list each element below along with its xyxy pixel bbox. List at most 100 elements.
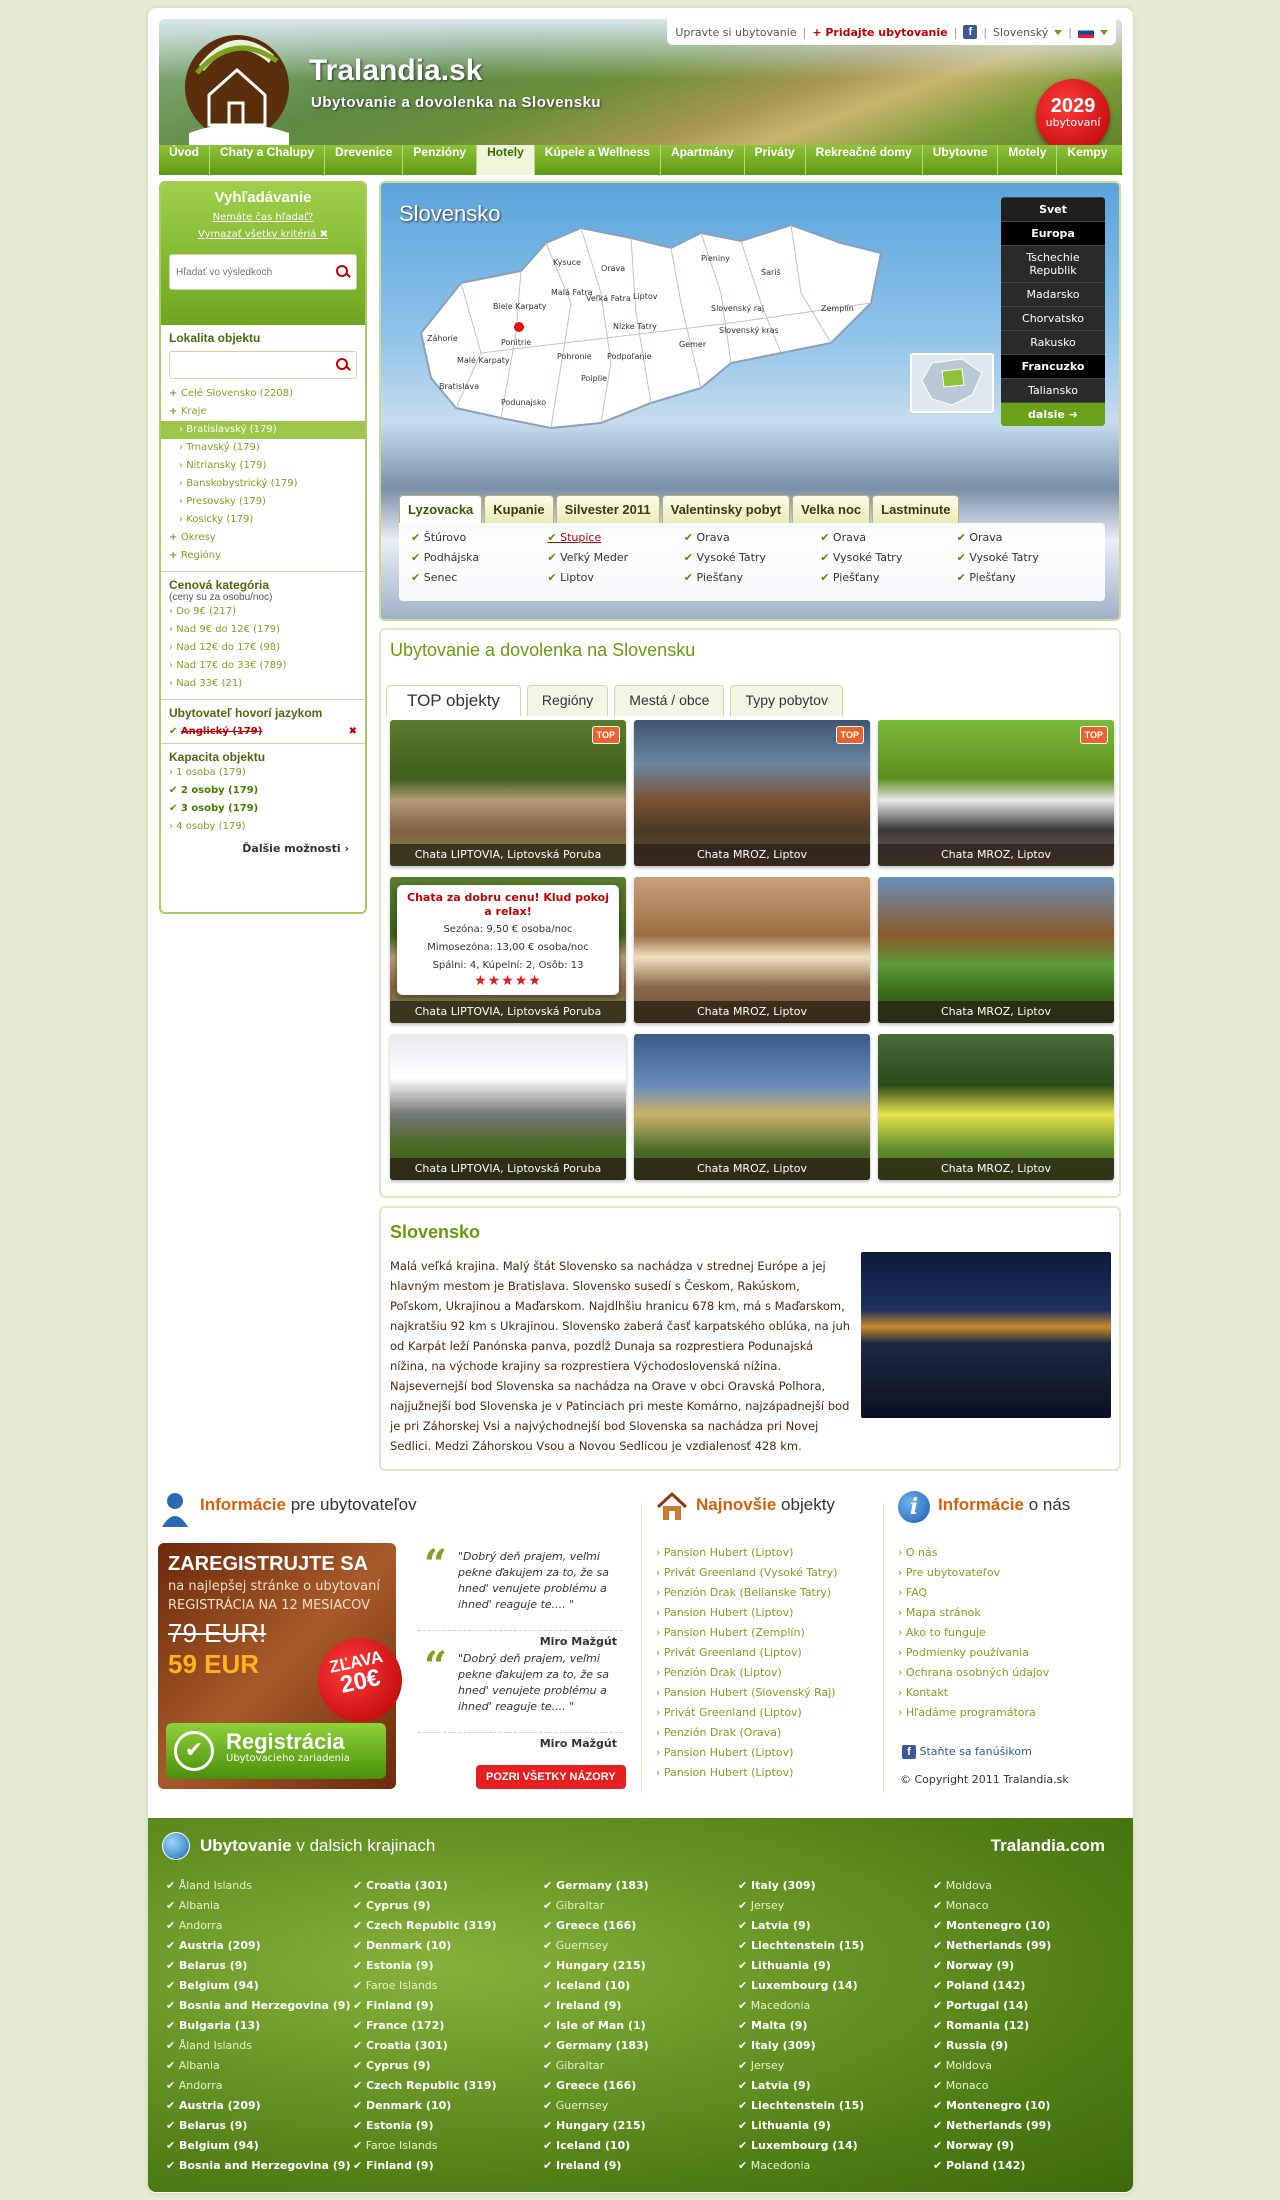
about-link[interactable]: Podmienky používania (898, 1643, 1049, 1663)
newest-item[interactable]: Penzión Drak (Belianske Tatry) (656, 1583, 838, 1603)
country-link[interactable]: Isle of Man (1) (543, 2016, 649, 2036)
country-link[interactable]: Jersey (738, 2056, 864, 2076)
country-link[interactable]: Faroe Islands (353, 1976, 497, 1996)
country-link[interactable]: Lithuania (9) (738, 1956, 864, 1976)
country-link[interactable]: Bosnia and Herzegovina (9) (166, 1996, 350, 2016)
locality-item[interactable]: + Regióny (169, 547, 357, 565)
destination-link[interactable]: Liptov (547, 571, 683, 591)
newest-item[interactable]: Privát Greenland (Liptov) (656, 1703, 838, 1723)
price-item[interactable]: › Nad 17€ do 33€ (789) (169, 657, 357, 675)
more-countries-button[interactable]: dalsie ➜ (1001, 402, 1105, 426)
destination-link[interactable]: Orava (957, 531, 1093, 551)
price-item[interactable]: › Do 9€ (217) (169, 603, 357, 621)
country-item[interactable]: Chorvatsko (1001, 306, 1105, 330)
country-item[interactable]: Tschechie Republik (1001, 245, 1105, 282)
country-link[interactable]: Åland Islands (166, 2036, 350, 2056)
destination-link[interactable]: Senec (411, 571, 547, 591)
newest-item[interactable]: Pansion Hubert (Liptov) (656, 1763, 838, 1783)
country-link[interactable]: Belgium (94) (166, 1976, 350, 1996)
tab-mesta[interactable]: Mestá / obce (614, 685, 725, 716)
country-item[interactable]: Rakusko (1001, 330, 1105, 354)
country-link[interactable]: Croatia (301) (353, 2036, 497, 2056)
tab-silvester[interactable]: Silvester 2011 (555, 495, 660, 523)
country-link[interactable]: Austria (209) (166, 2096, 350, 2116)
locality-item-selected[interactable]: › Bratislavský (179) (161, 421, 365, 439)
listing-tile[interactable]: Chata za dobru cenu! Klud pokoj a relax!… (390, 877, 626, 1023)
newest-item[interactable]: Pansion Hubert (Liptov) (656, 1743, 838, 1763)
country-link[interactable]: Iceland (10) (543, 1976, 649, 1996)
nav-drevenice[interactable]: Drevenice (325, 145, 404, 175)
tab-typy-pobytov[interactable]: Typy pobytov (730, 685, 843, 716)
chevron-down-icon[interactable] (1054, 29, 1063, 35)
country-link[interactable]: Netherlands (99) (933, 1936, 1051, 1956)
country-link[interactable]: Montenegro (10) (933, 1916, 1051, 1936)
country-item[interactable]: Madarsko (1001, 282, 1105, 306)
country-link[interactable]: Moldova (933, 1876, 1051, 1896)
facebook-icon[interactable]: f (963, 25, 978, 39)
destination-link[interactable]: Orava (684, 531, 820, 551)
tab-valentinsky[interactable]: Valentinsky pobyt (661, 495, 791, 523)
country-link[interactable]: Albania (166, 2056, 350, 2076)
nav-ubytovne[interactable]: Ubytovne (923, 145, 999, 175)
newest-item[interactable]: Penzión Drak (Liptov) (656, 1663, 838, 1683)
country-link[interactable]: Hungary (215) (543, 2116, 649, 2136)
country-link[interactable]: Liechtenstein (15) (738, 2096, 864, 2116)
tab-top-objekty[interactable]: TOP objekty (386, 685, 521, 716)
locality-item[interactable]: › Kosicky (179) (169, 511, 357, 529)
newest-item[interactable]: Pansion Hubert (Liptov) (656, 1543, 838, 1563)
newest-item[interactable]: Penzión Drak (Orava) (656, 1723, 838, 1743)
language-selected[interactable]: ✔ Anglický (179) ✖ (169, 726, 357, 737)
about-link[interactable]: Ochrana osobných údajov (898, 1663, 1049, 1683)
listing-tile[interactable]: Chata LIPTOVIA, Liptovská Poruba (390, 1034, 626, 1180)
tab-kupanie[interactable]: Kupanie (484, 495, 554, 523)
nav-uvod[interactable]: Úvod (159, 145, 210, 175)
price-item[interactable]: › Nad 33€ (21) (169, 675, 357, 693)
slovak-flag-icon[interactable] (1078, 26, 1094, 38)
nav-kempy[interactable]: Kempy (1057, 145, 1117, 175)
capacity-item[interactable]: › 1 osoba (179) (169, 764, 357, 782)
country-link[interactable]: Macedonia (738, 2156, 864, 2176)
country-link[interactable]: Germany (183) (543, 2036, 649, 2056)
capacity-item-checked[interactable]: ✔ 2 osoby (179) (169, 782, 357, 800)
country-link[interactable]: Belgium (94) (166, 2136, 350, 2156)
listing-tile[interactable]: TOP Chata MROZ, Liptov (878, 720, 1114, 866)
tab-lyzovacka[interactable]: Lyzovacka (399, 495, 483, 523)
country-link[interactable]: Bulgaria (13) (166, 2016, 350, 2036)
listing-tile[interactable]: TOP Chata LIPTOVIA, Liptovská Poruba (390, 720, 626, 866)
country-link[interactable]: Estonia (9) (353, 2116, 497, 2136)
country-link[interactable]: Finland (9) (353, 2156, 497, 2176)
house-logo-icon[interactable] (179, 25, 294, 145)
newest-item[interactable]: Privát Greenland (Vysoké Tatry) (656, 1563, 838, 1583)
country-link[interactable]: Monaco (933, 2076, 1051, 2096)
country-link[interactable]: Belarus (9) (166, 2116, 350, 2136)
destination-link[interactable]: Piešťany (957, 571, 1093, 591)
capacity-item-checked[interactable]: ✔ 3 osoby (179) (169, 800, 357, 818)
country-link[interactable]: Denmark (10) (353, 1936, 497, 1956)
destination-link[interactable]: Podhájska (411, 551, 547, 571)
country-link[interactable]: Gibraltar (543, 2056, 649, 2076)
tralandia-com-logo[interactable]: Tralandia.com (991, 1836, 1105, 1856)
country-link[interactable]: Guernsey (543, 2096, 649, 2116)
about-link[interactable]: Kontakt (898, 1683, 1049, 1703)
locality-item[interactable]: + Kraje (169, 403, 357, 421)
registration-button[interactable]: ✔ Registrácia Ubytovacieho zariadenia (166, 1723, 386, 1779)
nav-apartmany[interactable]: Apartmány (661, 145, 745, 175)
about-link[interactable]: Pre ubytovateľov (898, 1563, 1049, 1583)
locality-item[interactable]: › Banskobystrický (179) (169, 475, 357, 493)
nav-hotely[interactable]: Hotely (477, 145, 535, 175)
country-item-europe[interactable]: Europa (1001, 221, 1105, 245)
country-link[interactable]: Estonia (9) (353, 1956, 497, 1976)
country-link[interactable]: Czech Republic (319) (353, 2076, 497, 2096)
search-icon[interactable] (336, 358, 350, 372)
country-link[interactable]: Czech Republic (319) (353, 1916, 497, 1936)
country-link[interactable]: Guernsey (543, 1936, 649, 1956)
nav-chaty[interactable]: Chaty a Chalupy (210, 145, 326, 175)
tab-lastminute[interactable]: Lastminute (872, 495, 960, 523)
newest-item[interactable]: Privát Greenland (Liptov) (656, 1643, 838, 1663)
country-link[interactable]: Andorra (166, 2076, 350, 2096)
nav-penziony[interactable]: Penzióny (403, 145, 478, 175)
country-link[interactable]: Germany (183) (543, 1876, 649, 1896)
search-icon[interactable] (336, 265, 350, 279)
country-link[interactable]: Malta (9) (738, 2016, 864, 2036)
about-link[interactable]: O nás (898, 1543, 1049, 1563)
